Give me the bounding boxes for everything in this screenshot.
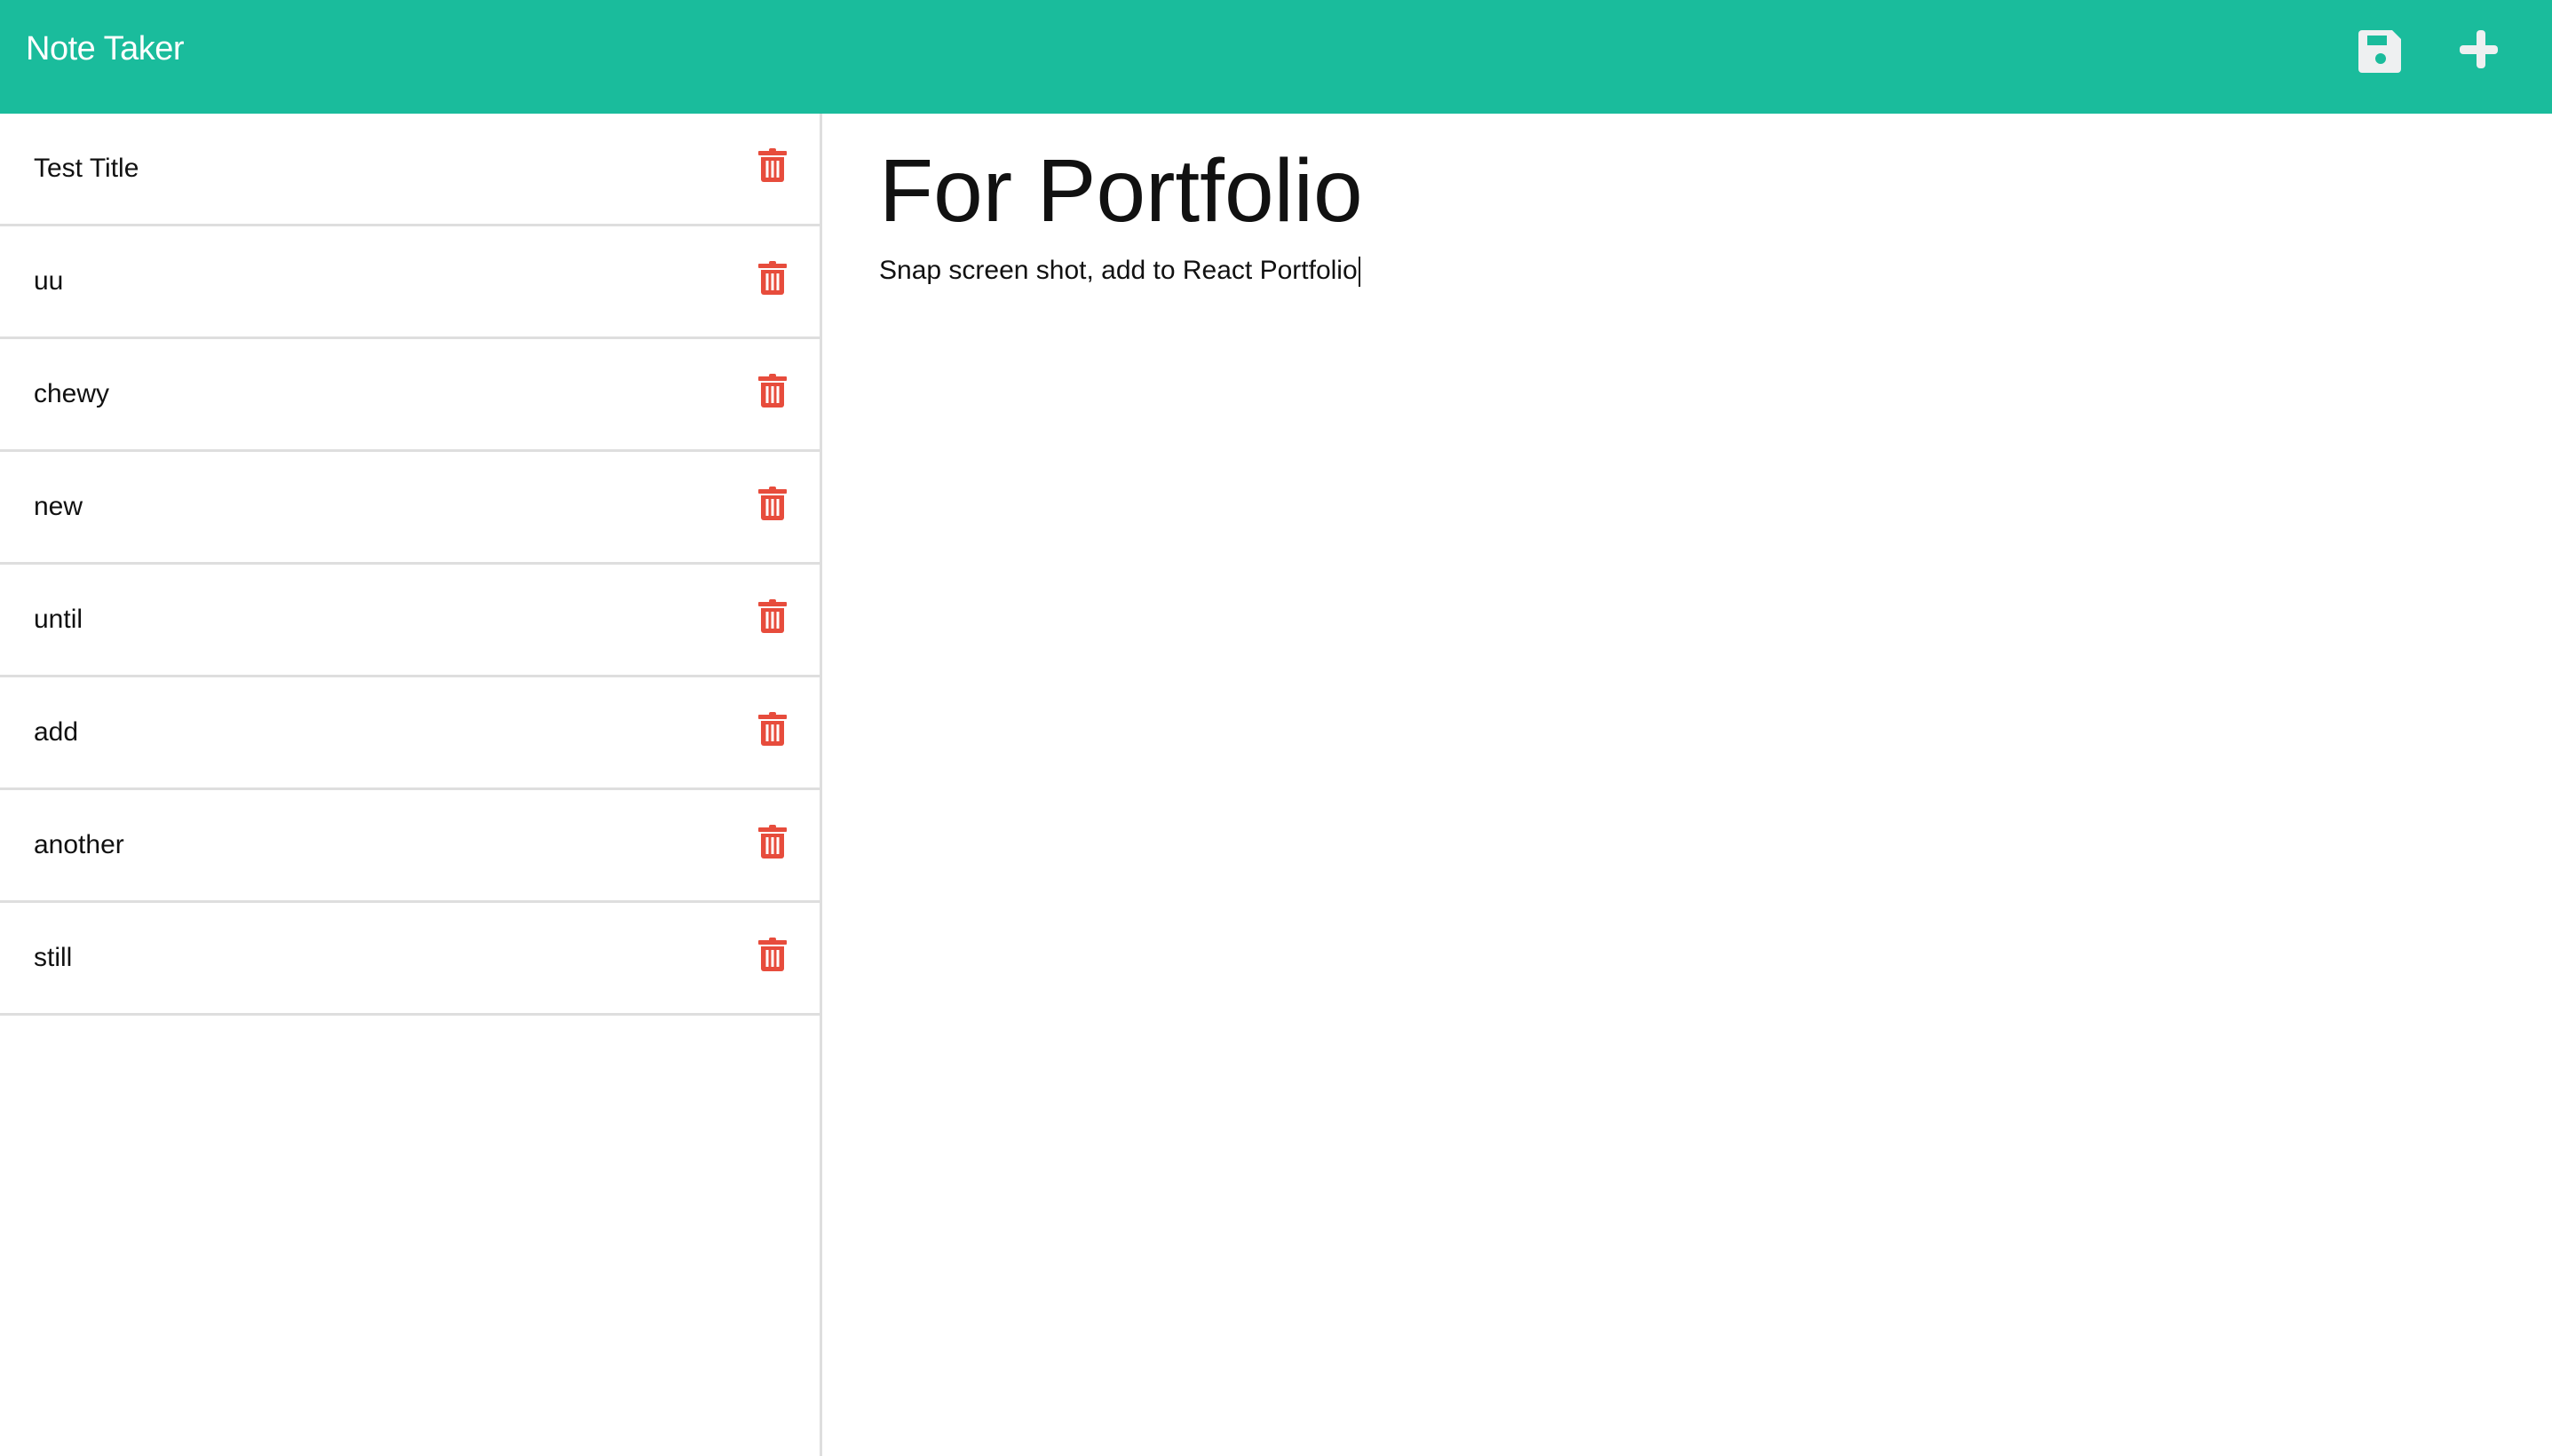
list-item[interactable]: another [0,790,820,903]
trash-icon[interactable] [757,598,788,634]
save-icon[interactable] [2355,25,2408,78]
trash-icon[interactable] [757,147,788,183]
trash-icon[interactable] [757,711,788,747]
note-item-title: another [34,830,124,859]
note-text: Snap screen shot, add to React Portfolio [879,256,1358,285]
note-item-title: uu [34,266,64,296]
note-item-title: Test Title [34,154,139,183]
trash-icon[interactable] [757,260,788,296]
note-item-title: still [34,943,73,972]
trash-icon[interactable] [757,486,788,521]
list-item[interactable]: add [0,677,820,790]
notes-list: Test Title uu chewy new until add anothe… [0,114,822,1456]
note-item-title: chewy [34,379,110,408]
note-text-input[interactable]: Snap screen shot, add to React Portfolio [879,256,2552,288]
app-header: Note Taker [0,0,2552,114]
list-item[interactable]: new [0,452,820,565]
trash-icon[interactable] [757,937,788,972]
note-item-title: new [34,492,83,521]
text-cursor [1358,257,1360,288]
plus-icon[interactable] [2454,25,2508,78]
list-item[interactable]: chewy [0,339,820,452]
list-item[interactable]: uu [0,226,820,339]
list-item[interactable]: Test Title [0,114,820,226]
note-editor: For Portfolio Snap screen shot, add to R… [879,114,2552,1456]
note-item-title: add [34,717,79,747]
note-item-title: until [34,605,83,634]
trash-icon[interactable] [757,373,788,408]
list-item[interactable]: until [0,565,820,677]
list-item[interactable]: still [0,903,820,1016]
trash-icon[interactable] [757,824,788,859]
note-title-input[interactable]: For Portfolio [879,133,2552,249]
app-title[interactable]: Note Taker [26,30,185,68]
